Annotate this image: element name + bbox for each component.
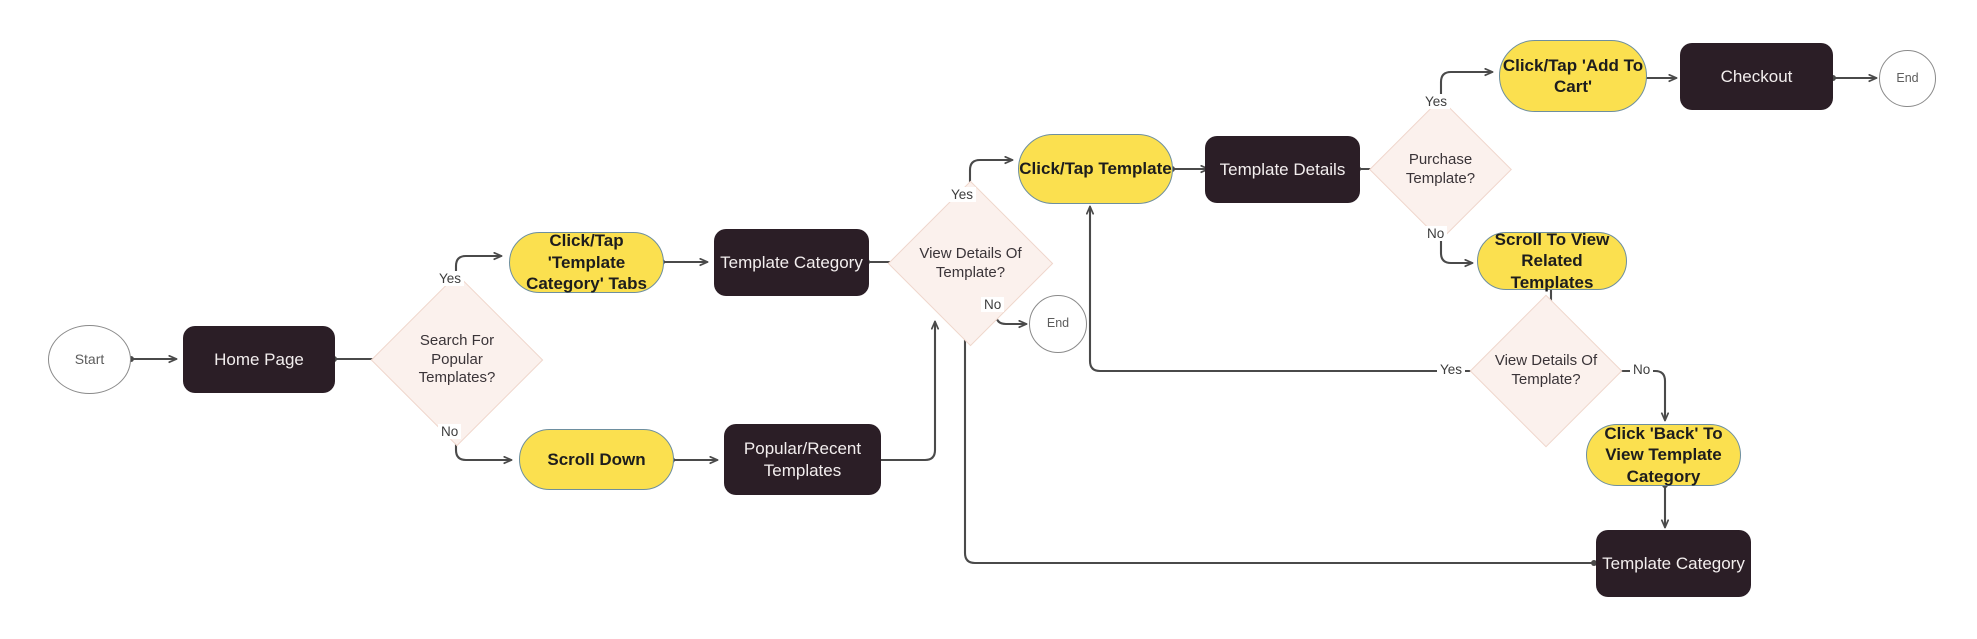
node-click-tap-template-category-tabs-label: Click/Tap 'Template Category' Tabs [526,231,647,294]
node-search-for-popular-templates-decision[interactable]: Search For Popular Templates? [370,273,544,447]
node-click-back-to-view-template-category[interactable]: Click 'Back' To View Template Category [1586,424,1741,486]
node-end-mid[interactable]: End [1029,295,1087,353]
edge-label-purchase-no: No [1424,226,1448,241]
node-click-tap-add-to-cart[interactable]: Click/Tap 'Add To Cart' [1499,40,1647,112]
node-popular-recent-templates[interactable]: Popular/Recent Templates [724,424,881,495]
node-click-back-label: Click 'Back' To View Template Category [1604,423,1723,486]
edge-label-details2-no: No [1630,362,1654,377]
node-template-category-bottom[interactable]: Template Category [1596,530,1751,597]
node-home-page[interactable]: Home Page [183,326,335,393]
flowchart-canvas: Start Home Page Search For Popular Templ… [0,0,1977,639]
node-popular-recent-templates-label: Popular/Recent Templates [743,439,862,480]
node-click-tap-add-to-cart-label: Click/Tap 'Add To Cart' [1502,55,1644,96]
edge-label-search-no: No [438,424,462,439]
edge-label-search-yes: Yes [436,271,465,286]
node-purchase-template-decision[interactable]: Purchase Template? [1369,98,1512,241]
node-view-details-of-template-decision-2[interactable]: View Details Of Template? [1469,294,1623,448]
node-click-tap-template-label: Click/Tap Template [1019,159,1172,179]
node-template-category-bottom-label: Template Category [1602,553,1745,573]
node-template-category-top[interactable]: Template Category [714,229,869,296]
edge-label-purchase-yes: Yes [1422,94,1451,109]
edge-label-details2-yes: Yes [1437,362,1466,377]
node-start[interactable]: Start [48,325,131,394]
node-home-page-label: Home Page [214,349,304,369]
node-scroll-to-view-related-templates[interactable]: Scroll To View Related Templates [1477,229,1627,292]
node-checkout-label: Checkout [1720,66,1793,86]
node-template-details[interactable]: Template Details [1205,136,1360,203]
node-scroll-to-view-related-templates-label: Scroll To View Related Templates [1494,229,1610,292]
node-click-tap-template-category-tabs[interactable]: Click/Tap 'Template Category' Tabs [509,231,664,294]
node-end-right-label: End [1896,70,1919,85]
decision-diamond-shape [370,273,544,447]
edge-label-details1-no: No [981,297,1005,312]
edge-label-details1-yes: Yes [948,187,977,202]
node-end-right[interactable]: End [1879,50,1936,107]
node-view-details-of-template-decision-1[interactable]: View Details Of Template? [887,180,1054,347]
node-template-category-top-label: Template Category [720,252,863,272]
node-template-details-label: Template Details [1219,159,1346,179]
decision-diamond-shape [1369,98,1512,241]
node-scroll-down-label: Scroll Down [547,449,646,469]
node-click-tap-template[interactable]: Click/Tap Template [1018,134,1173,204]
node-scroll-down[interactable]: Scroll Down [519,429,674,490]
node-checkout[interactable]: Checkout [1680,43,1833,110]
node-start-label: Start [74,350,105,367]
node-end-mid-label: End [1046,316,1070,331]
